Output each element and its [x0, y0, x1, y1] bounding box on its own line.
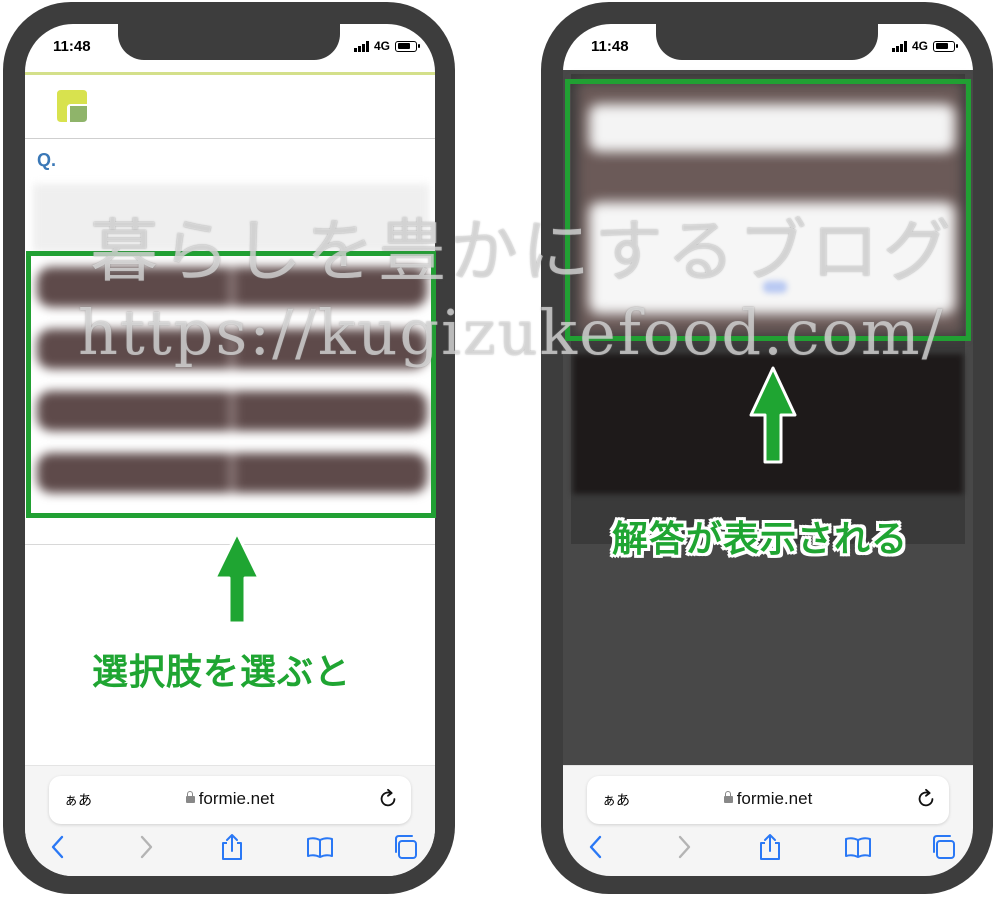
up-arrow-icon — [213, 531, 261, 625]
question-label: Q. — [37, 150, 57, 170]
notch — [656, 24, 878, 60]
reload-icon[interactable] — [915, 788, 937, 810]
back-icon[interactable] — [581, 832, 611, 862]
share-icon[interactable] — [755, 832, 785, 862]
address-bar[interactable]: ぁあ formie.net — [49, 776, 411, 824]
up-arrow-icon — [749, 366, 797, 464]
signal-icon — [353, 40, 369, 52]
browser-toolbar — [563, 832, 973, 862]
url-display[interactable]: formie.net — [49, 789, 411, 809]
forward-icon[interactable] — [669, 832, 699, 862]
site-logo-icon — [57, 90, 87, 122]
network-type: 4G — [911, 39, 928, 53]
answer-highlight-box — [565, 79, 971, 341]
url-text: formie.net — [198, 789, 275, 808]
address-bar[interactable]: ぁあ formie.net — [587, 776, 949, 824]
header-divider — [25, 138, 435, 139]
choices-highlight-box — [26, 251, 436, 518]
tabs-icon[interactable] — [391, 832, 421, 862]
tabs-icon[interactable] — [929, 832, 959, 862]
battery-icon — [933, 40, 958, 52]
status-time: 11:48 — [53, 38, 91, 55]
signal-icon — [891, 40, 907, 52]
url-display[interactable]: formie.net — [587, 789, 949, 809]
browser-toolbar — [25, 832, 435, 862]
right-annotation: 解答が表示される — [612, 519, 909, 560]
share-icon[interactable] — [217, 832, 247, 862]
left-annotation: 選択肢を選ぶと — [92, 652, 352, 693]
status-indicators: 4G — [353, 38, 420, 54]
back-icon[interactable] — [43, 832, 73, 862]
forward-icon[interactable] — [131, 832, 161, 862]
browser-bar: ぁあ formie.net — [25, 765, 435, 876]
bookmarks-icon[interactable] — [843, 832, 873, 862]
reload-icon[interactable] — [377, 788, 399, 810]
blurred-question-text — [33, 184, 429, 252]
status-time: 11:48 — [591, 38, 629, 55]
bookmarks-icon[interactable] — [305, 832, 335, 862]
header-accent-line — [25, 72, 435, 75]
battery-icon — [395, 40, 420, 52]
lock-icon — [185, 791, 195, 803]
notch — [118, 24, 340, 60]
browser-bar: ぁあ formie.net — [563, 765, 973, 876]
network-type: 4G — [373, 39, 390, 53]
status-indicators: 4G — [891, 38, 958, 54]
url-text: formie.net — [736, 789, 813, 808]
lock-icon — [723, 791, 733, 803]
